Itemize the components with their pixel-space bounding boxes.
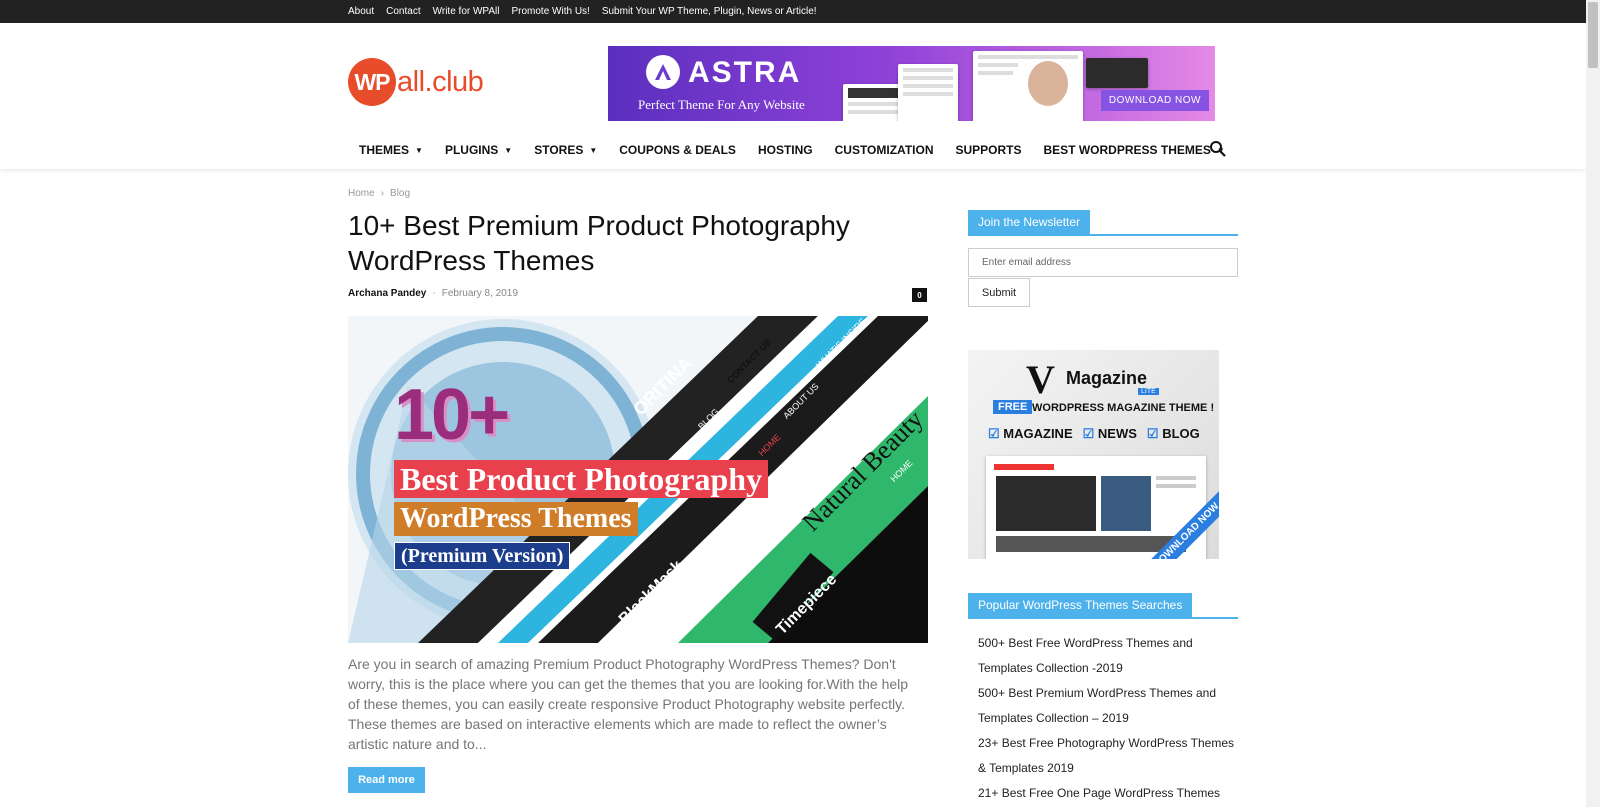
- nav-item-supports[interactable]: SUPPORTS: [956, 143, 1022, 157]
- nav-item-label: COUPONS & DEALS: [619, 143, 736, 157]
- nav-item-label: THEMES: [359, 143, 410, 157]
- nav-item-label: STORES: [534, 143, 584, 157]
- comment-count-badge[interactable]: 0: [912, 288, 927, 302]
- topbar-link-contact[interactable]: Contact: [386, 6, 420, 17]
- nav-item-plugins[interactable]: PLUGINS ▼: [445, 143, 512, 157]
- scrollbar-thumb[interactable]: [1588, 2, 1598, 68]
- banner-screenshot: [898, 64, 958, 121]
- banner-screenshot: [1086, 58, 1148, 88]
- checkbox-icon: ☑: [1146, 426, 1159, 441]
- topbar-link-promote[interactable]: Promote With Us!: [511, 6, 589, 17]
- astra-logo-icon: [646, 55, 680, 89]
- feature-item: ☑ MAGAZINE: [988, 426, 1073, 441]
- nav-item-coupons[interactable]: COUPONS & DEALS: [619, 143, 736, 157]
- top-bar-links: About Contact Write for WPAll Promote Wi…: [348, 0, 817, 23]
- popular-list: 500+ Best Free WordPress Themes and Temp…: [978, 631, 1240, 806]
- popular-title: Popular WordPress Themes Searches: [968, 593, 1193, 617]
- vmagazine-ad[interactable]: V Magazine LITE FREE WORDPRESS MAGAZINE …: [968, 350, 1219, 559]
- astra-ad-banner[interactable]: ASTRA Perfect Theme For Any Website DOWN…: [608, 46, 1215, 121]
- page-scrollbar[interactable]: [1586, 0, 1600, 807]
- nav-item-hosting[interactable]: HOSTING: [758, 143, 813, 157]
- breadcrumb-separator: ›: [380, 188, 385, 199]
- post-title[interactable]: 10+ Best Premium Product Photography Wor…: [348, 208, 908, 278]
- breadcrumb-blog[interactable]: Blog: [390, 188, 410, 199]
- image-line-2: WordPress Themes: [394, 502, 638, 536]
- nav-item-label: CUSTOMIZATION: [834, 143, 934, 157]
- list-item[interactable]: 21+ Best Free One Page WordPress Themes: [978, 781, 1240, 806]
- list-item[interactable]: 23+ Best Free Photography WordPress Them…: [978, 731, 1240, 781]
- nav-item-label: HOSTING: [757, 143, 813, 157]
- read-more-button[interactable]: Read more: [348, 767, 425, 793]
- banner-download-button[interactable]: DOWNLOAD NOW: [1100, 90, 1209, 111]
- vmagazine-features: ☑ MAGAZINE ☑ NEWS ☑ BLOG: [988, 426, 1200, 442]
- post-excerpt: Are you in search of amazing Premium Pro…: [348, 656, 909, 752]
- email-field[interactable]: [968, 248, 1238, 277]
- banner-subtitle: Perfect Theme For Any Website: [638, 97, 805, 112]
- meta-separator: -: [432, 288, 436, 299]
- nav-item-customization[interactable]: CUSTOMIZATION: [835, 143, 934, 157]
- image-line-3: (Premium Version): [394, 542, 571, 570]
- nav-item-label: PLUGINS: [444, 143, 499, 157]
- topbar-link-about[interactable]: About: [348, 6, 374, 17]
- nav-item-label: SUPPORTS: [955, 143, 1022, 157]
- vmagazine-tagline: WORDPRESS MAGAZINE THEME !: [1032, 402, 1215, 414]
- breadcrumb: Home › Blog: [348, 188, 410, 199]
- logo-text: all.club: [397, 65, 484, 98]
- newsletter-title: Join the Newsletter: [968, 210, 1091, 234]
- nav-item-label: BEST WORDPRESS THEMES: [1043, 143, 1211, 157]
- banner-title: ASTRA: [688, 56, 802, 89]
- vmagazine-badge: LITE: [1138, 388, 1159, 395]
- vmagazine-brand: Magazine: [1066, 368, 1148, 388]
- vmagazine-v-logo: V: [1026, 357, 1055, 402]
- post-date: February 8, 2019: [441, 288, 518, 299]
- image-line-1: Best Product Photography: [394, 460, 769, 498]
- list-item[interactable]: 500+ Best Premium WordPress Themes and T…: [978, 681, 1240, 731]
- top-bar: About Contact Write for WPAll Promote Wi…: [0, 0, 1586, 23]
- breadcrumb-home[interactable]: Home: [348, 188, 375, 199]
- checkbox-icon: ☑: [1082, 426, 1095, 441]
- nav-item-themes[interactable]: THEMES ▼: [359, 143, 423, 157]
- checkbox-icon: ☑: [988, 426, 1000, 441]
- nav-item-best-themes[interactable]: BEST WORDPRESS THEMES ▼: [1044, 143, 1225, 157]
- feature-item: ☑ NEWS: [1082, 426, 1137, 441]
- topbar-link-submit[interactable]: Submit Your WP Theme, Plugin, News or Ar…: [602, 6, 817, 17]
- search-icon[interactable]: [1209, 140, 1227, 158]
- chevron-down-icon: ▼: [504, 145, 513, 155]
- vmagazine-free: FREE: [993, 400, 1033, 414]
- topbar-link-write[interactable]: Write for WPAll: [433, 6, 500, 17]
- chevron-down-icon: ▼: [589, 145, 598, 155]
- feature-item: ☑ BLOG: [1146, 426, 1200, 441]
- nav-item-stores[interactable]: STORES ▼: [534, 143, 597, 157]
- newsletter-widget-title: Join the Newsletter: [968, 210, 1238, 236]
- chevron-down-icon: ▼: [415, 145, 423, 155]
- list-item[interactable]: 500+ Best Free WordPress Themes and Temp…: [978, 631, 1240, 681]
- post-meta: Archana Pandey - February 8, 2019: [348, 288, 518, 299]
- image-count-text: 10+: [394, 375, 510, 455]
- site-logo[interactable]: WP all.club: [348, 58, 484, 106]
- banner-screenshot: [973, 51, 1083, 121]
- submit-button[interactable]: Submit: [968, 278, 1030, 307]
- featured-image[interactable]: 10+ Best Product Photography WordPress T…: [348, 316, 928, 643]
- post-author[interactable]: Archana Pandey: [348, 288, 426, 299]
- logo-mark: WP: [348, 58, 396, 106]
- popular-widget-title: Popular WordPress Themes Searches: [968, 593, 1238, 619]
- main-nav: THEMES ▼ PLUGINS ▼ STORES ▼ COUPONS & DEALS…: [348, 126, 1236, 174]
